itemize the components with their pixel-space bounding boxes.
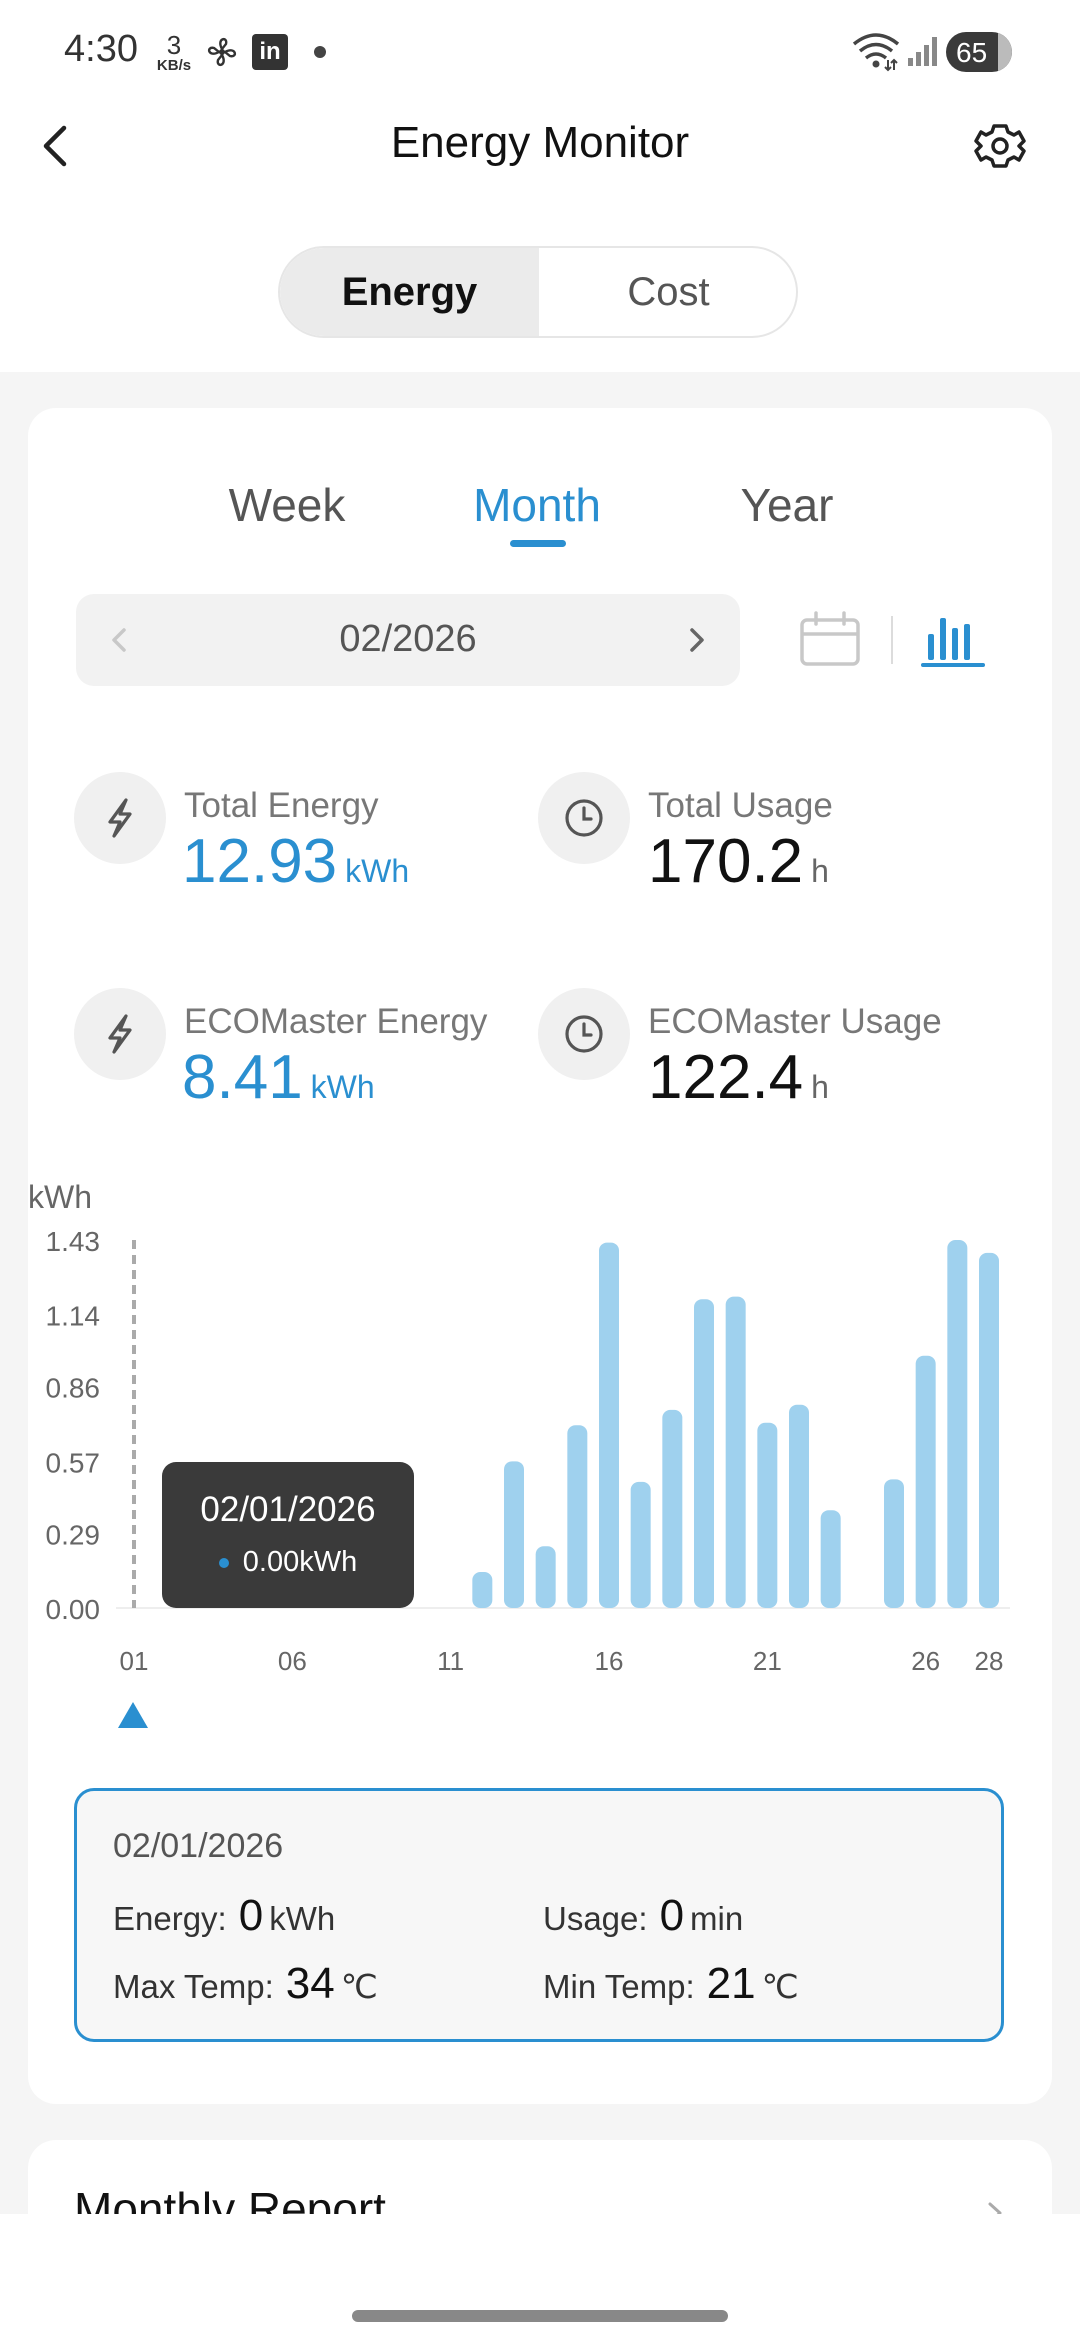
chart-y-tick-label: 0.00 [46,1594,101,1625]
tooltip-value: 0.00kWh [162,1546,414,1579]
battery-level: 65 [956,37,988,68]
notification-dot-icon [314,46,326,58]
detail-min-temp: Min Temp: 21 ℃ [543,1959,799,2008]
chart-bar [915,1355,936,1608]
eco-usage-icon-badge [538,988,630,1080]
daily-energy-bar-chart[interactable]: kWh 0.00 0.29 0.57 0.86 1.14 1.43 01 06 11 16 21 26… [0,1160,1080,1720]
chart-bar [725,1296,746,1608]
chart-y-tick-label: 1.43 [46,1226,101,1257]
date-selector: 02/2026 [76,594,740,686]
chart-x-tick-label: 06 [278,1646,307,1676]
detail-date: 02/01/2026 [113,1827,284,1865]
chart-bar [789,1404,809,1608]
calendar-view-icon[interactable] [798,608,862,672]
eco-energy-icon-badge [74,988,166,1080]
status-bar: 4:30 3 KB/s in 65 [0,0,1080,100]
total-energy-icon-badge [74,772,166,864]
network-speed-unit: KB/s [156,57,192,74]
chart-x-tick-label: 21 [753,1646,782,1676]
chart-bar [884,1479,904,1608]
total-energy-label: Total Energy [184,786,379,825]
settings-gear-icon[interactable] [970,116,1030,176]
tooltip-date: 02/01/2026 [200,1490,376,1529]
chart-bar [567,1425,588,1608]
back-button[interactable] [30,110,82,182]
toggle-cost[interactable]: Cost [539,248,796,336]
detail-max-temp: Max Temp: 34 ℃ [113,1959,378,2008]
chart-x-tick-label: 11 [437,1646,464,1676]
previous-month-button[interactable] [90,610,150,670]
total-usage-value: 170.2 h [648,827,829,896]
chart-bar [947,1240,968,1608]
selected-day-marker-icon [118,1702,148,1728]
lightning-icon [108,798,132,838]
chart-bar [979,1252,999,1608]
chart-y-tick-label: 0.57 [46,1447,101,1478]
signal-icon [908,37,937,66]
total-usage-label: Total Usage [648,786,833,825]
home-indicator[interactable] [352,2310,728,2322]
chart-bar [694,1299,714,1608]
lightning-icon [108,1014,132,1054]
chart-bar [630,1481,651,1608]
chart-bar [535,1546,556,1608]
fan-icon [207,37,237,67]
network-speed: 3 KB/s [154,32,194,73]
linkedin-icon: in [252,34,288,70]
chart-y-tick-label: 0.86 [46,1373,101,1404]
eco-energy-value: 8.41 kWh [182,1043,375,1112]
clock-icon [565,799,603,837]
day-detail-panel: 02/01/2026 Energy: 0 kWh Usage: 0 min Max Te… [74,1788,1004,2042]
chart-y-tick-label: 1.14 [46,1301,101,1332]
eco-usage-label: ECOMaster Usage [648,1002,942,1041]
chart-bar [504,1461,524,1608]
chart-bar [757,1422,778,1608]
chart-tooltip: 02/01/2026 0.00kWh [162,1462,414,1608]
chart-x-tick-label: 26 [911,1646,940,1676]
chart-y-axis-label: kWh [28,1179,92,1215]
chart-x-tick-label: 28 [975,1646,1004,1676]
tab-active-indicator [510,540,566,547]
detail-energy: Energy: 0 kWh [113,1891,336,1940]
total-usage-icon-badge [538,772,630,864]
toggle-energy[interactable]: Energy [280,248,539,336]
chart-bar [662,1409,683,1608]
detail-usage: Usage: 0 min [543,1891,744,1940]
tab-month[interactable]: Month [437,478,637,532]
tab-year[interactable]: Year [687,478,887,532]
total-energy-value: 12.93 kWh [182,827,410,896]
chart-bar [599,1242,619,1608]
bar-chart-view-icon[interactable] [920,606,986,672]
chart-y-tick-label: 0.29 [46,1519,101,1550]
wifi-icon [852,33,900,72]
network-speed-value: 3 [166,30,182,60]
status-time: 4:30 [64,28,138,70]
page-title: Energy Monitor [390,118,690,167]
chart-x-tick-label: 16 [595,1646,624,1676]
eco-energy-label: ECOMaster Energy [184,1002,488,1041]
next-month-button[interactable] [666,610,726,670]
view-divider [891,616,893,664]
chart-x-tick-label: 01 [120,1646,149,1676]
eco-usage-value: 122.4 h [648,1043,829,1112]
battery-icon: 65 [946,32,1012,72]
tab-week[interactable]: Week [187,478,387,532]
selected-month[interactable]: 02/2026 [176,618,640,661]
chart-bar [472,1571,493,1608]
chart-bar [820,1510,841,1608]
energy-cost-toggle: Energy Cost [278,246,798,338]
clock-icon [565,1015,603,1053]
